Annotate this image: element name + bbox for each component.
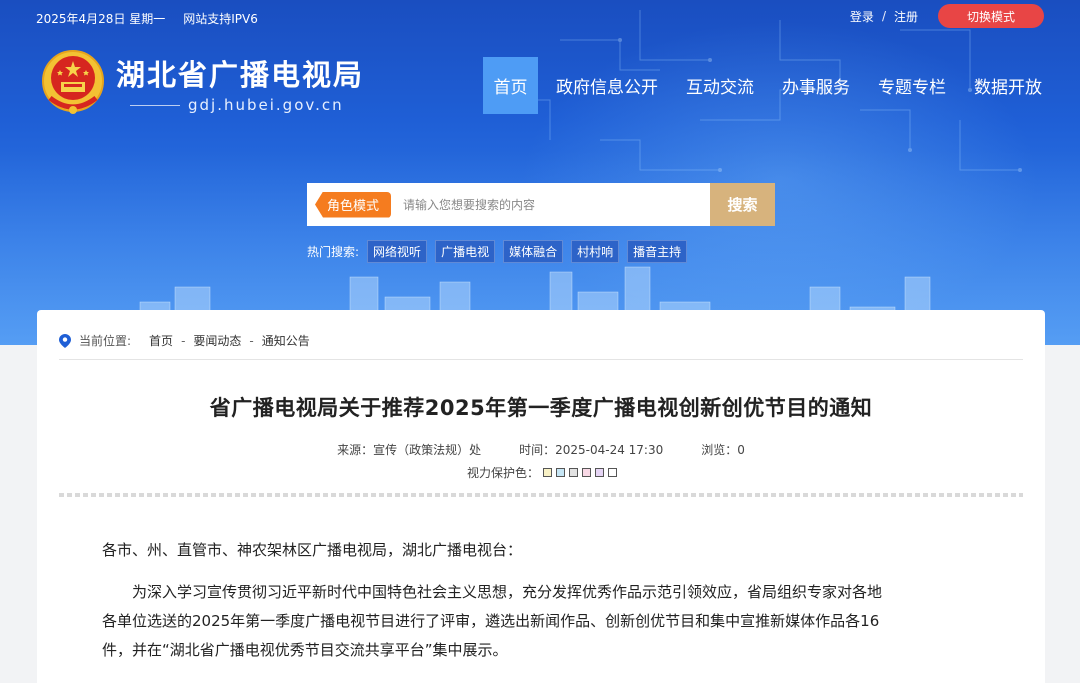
register-link[interactable]: 注册: [894, 8, 918, 25]
hot-tag[interactable]: 媒体融合: [503, 240, 564, 263]
hot-tag[interactable]: 村村响: [571, 240, 620, 263]
location-pin-icon: [59, 333, 71, 348]
color-swatch-gray[interactable]: [569, 468, 579, 477]
nav-item-gov-info[interactable]: 政府信息公开: [542, 57, 672, 114]
nav-item-home[interactable]: 首页: [483, 57, 538, 114]
mode-switch-button[interactable]: 切换模式: [938, 4, 1044, 28]
search-button[interactable]: 搜索: [710, 183, 775, 226]
color-swatch-white[interactable]: [608, 468, 618, 477]
hot-search-label: 热门搜索:: [307, 245, 360, 259]
topbar-left: 2025年4月28日 星期一 网站支持IPV6: [36, 8, 258, 28]
eye-protection-label: 视力保护色：: [467, 466, 540, 480]
article-paragraph: 为深入学习宣传贯彻习近平新时代中国特色社会主义思想，充分发挥优秀作品示范引领效应…: [102, 583, 883, 659]
article-meta: 来源：宣传（政策法规）处 时间：2025-04-24 17:30 浏览：0: [37, 441, 1045, 458]
current-date: 2025年4月28日 星期一: [36, 11, 166, 26]
article-body: 各市、州、直管市、神农架林区广播电视局，湖北广播电视台： 为深入学习宣传贯彻习近…: [102, 536, 902, 665]
login-separator: /: [881, 9, 886, 23]
hot-tag[interactable]: 广播电视: [435, 240, 496, 263]
color-swatch-purple[interactable]: [595, 468, 605, 477]
eye-protection-colors: 视力保护色：: [467, 464, 618, 481]
site-header: 2025年4月28日 星期一 网站支持IPV6 登录 / 注册 切换模式 湖北省…: [0, 0, 1080, 345]
color-swatch-blue[interactable]: [556, 468, 566, 477]
article-time: 时间：2025-04-24 17:30: [519, 443, 664, 457]
breadcrumb-notices[interactable]: 通知公告: [262, 332, 310, 349]
breadcrumb-news[interactable]: 要闻动态: [193, 332, 241, 349]
breadcrumb-separator: -: [249, 333, 254, 348]
nav-item-interaction[interactable]: 互动交流: [672, 57, 768, 114]
search-input[interactable]: [391, 183, 710, 226]
nav-item-topics[interactable]: 专题专栏: [864, 57, 960, 114]
login-link[interactable]: 登录: [850, 8, 874, 25]
breadcrumb: 当前位置: 首页 - 要闻动态 - 通知公告: [59, 332, 310, 349]
ipv6-notice: 网站支持IPV6: [183, 11, 258, 26]
hot-tag[interactable]: 播音主持: [627, 240, 688, 263]
search-bar: 角色模式 搜索: [307, 183, 775, 226]
breadcrumb-home[interactable]: 首页: [149, 332, 173, 349]
nav-item-open-data[interactable]: 数据开放: [960, 57, 1056, 114]
topbar-right: 登录 / 注册 切换模式: [850, 4, 1044, 28]
divider: [59, 359, 1023, 360]
color-swatch-pink[interactable]: [582, 468, 592, 477]
main-nav: 首页 政府信息公开 互动交流 办事服务 专题专栏 数据开放: [483, 57, 1056, 114]
article-title: 省广播电视局关于推荐2025年第一季度广播电视创新创优节目的通知: [209, 396, 873, 420]
role-mode-button[interactable]: 角色模式: [315, 191, 391, 218]
article-salutation: 各市、州、直管市、神农架林区广播电视局，湖北广播电视台：: [102, 541, 523, 559]
article-card: 当前位置: 首页 - 要闻动态 - 通知公告 省广播电视局关于推荐2025年第一…: [37, 310, 1045, 683]
nav-item-services[interactable]: 办事服务: [768, 57, 864, 114]
site-domain: gdj.hubei.gov.cn: [130, 96, 352, 114]
dotted-divider: [59, 493, 1023, 497]
site-title[interactable]: 湖北省广播电视局: [116, 52, 364, 94]
hot-tag[interactable]: 网络视听: [367, 240, 428, 263]
breadcrumb-separator: -: [181, 333, 186, 348]
breadcrumb-label: 当前位置:: [79, 334, 132, 348]
domain-text: gdj.hubei.gov.cn: [188, 96, 344, 114]
color-swatch-yellow[interactable]: [543, 468, 553, 477]
article-source: 来源：宣传（政策法规）处: [337, 443, 482, 457]
article-views: 浏览：0: [701, 443, 745, 457]
hot-search: 热门搜索: 网络视听 广播电视 媒体融合 村村响 播音主持: [307, 240, 688, 263]
domain-line-left: [130, 104, 180, 106]
national-emblem-icon[interactable]: [40, 48, 106, 118]
